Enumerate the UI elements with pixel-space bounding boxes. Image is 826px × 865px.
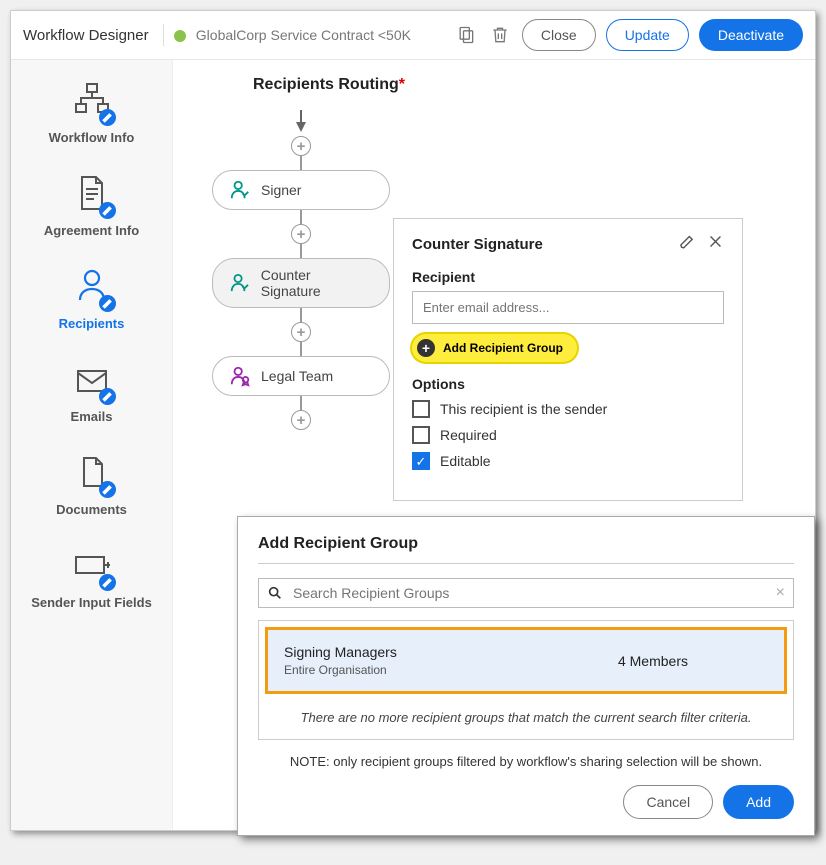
- plus-circle-icon: +: [417, 339, 435, 357]
- edit-badge-icon: [99, 109, 116, 126]
- option-label: Required: [440, 427, 497, 443]
- checkbox-icon[interactable]: [412, 426, 430, 444]
- step-label: Counter Signature: [261, 267, 373, 299]
- add-step-node[interactable]: +: [291, 224, 311, 244]
- close-button[interactable]: Close: [522, 19, 596, 51]
- step-legal-team[interactable]: Legal Team: [212, 356, 390, 396]
- sidebar-item-label: Workflow Info: [11, 130, 172, 145]
- edit-badge-icon: [99, 202, 116, 219]
- routing-flow: + Signer + Counter Signature +: [211, 100, 391, 430]
- sidebar-item-label: Recipients: [11, 316, 172, 331]
- option-editable[interactable]: Editable: [412, 452, 724, 470]
- status-dot-icon: [174, 30, 186, 42]
- sidebar-item-label: Agreement Info: [11, 223, 172, 238]
- deactivate-button[interactable]: Deactivate: [699, 19, 803, 51]
- sidebar-item-workflow-info[interactable]: Workflow Info: [11, 80, 172, 145]
- group-scope: Entire Organisation: [284, 663, 618, 677]
- edit-badge-icon: [99, 574, 116, 591]
- divider: [163, 24, 164, 46]
- edit-badge-icon: [99, 481, 116, 498]
- edit-badge-icon: [99, 388, 116, 405]
- modal-title: Add Recipient Group: [258, 535, 794, 553]
- search-row: ×: [258, 578, 794, 608]
- option-sender[interactable]: This recipient is the sender: [412, 400, 724, 418]
- certifier-icon: [229, 365, 251, 387]
- edit-icon[interactable]: [678, 233, 695, 255]
- option-label: Editable: [440, 453, 491, 469]
- copy-icon[interactable]: [454, 23, 478, 47]
- step-label: Signer: [261, 182, 301, 198]
- clear-search-icon[interactable]: ×: [776, 584, 785, 602]
- modal-cancel-button[interactable]: Cancel: [623, 785, 713, 819]
- doc-name: GlobalCorp Service Contract <50K: [196, 27, 411, 43]
- modal-note: NOTE: only recipient groups filtered by …: [258, 754, 794, 769]
- add-recipient-group-modal: Add Recipient Group × Signing Managers E…: [237, 516, 815, 836]
- results-box: Signing Managers Entire Organisation 4 M…: [258, 620, 794, 740]
- modal-add-button[interactable]: Add: [723, 785, 794, 819]
- recipient-heading: Recipient: [412, 269, 724, 285]
- option-label: This recipient is the sender: [440, 401, 607, 417]
- routing-title: Recipients Routing*: [253, 76, 795, 94]
- add-step-node[interactable]: +: [291, 136, 311, 156]
- add-group-label: Add Recipient Group: [443, 341, 563, 355]
- sidebar-item-emails[interactable]: Emails: [11, 359, 172, 424]
- edit-badge-icon: [99, 295, 116, 312]
- checkbox-icon[interactable]: [412, 400, 430, 418]
- option-required[interactable]: Required: [412, 426, 724, 444]
- trash-icon[interactable]: [488, 23, 512, 47]
- recipient-email-input[interactable]: [412, 291, 724, 324]
- app-title: Workflow Designer: [23, 27, 149, 44]
- add-step-node[interactable]: +: [291, 410, 311, 430]
- group-name: Signing Managers: [284, 644, 618, 660]
- sidebar-item-documents[interactable]: Documents: [11, 452, 172, 517]
- sidebar-item-label: Emails: [11, 409, 172, 424]
- signer-icon: [229, 179, 251, 201]
- sidebar-item-agreement-info[interactable]: Agreement Info: [11, 173, 172, 238]
- step-label: Legal Team: [261, 368, 333, 384]
- search-input[interactable]: [291, 584, 768, 602]
- close-icon[interactable]: [707, 233, 724, 255]
- sidebar-item-recipients[interactable]: Recipients: [11, 266, 172, 331]
- sidebar-item-label: Documents: [11, 502, 172, 517]
- search-icon: [267, 585, 283, 601]
- signer-icon: [229, 272, 251, 294]
- step-signer[interactable]: Signer: [212, 170, 390, 210]
- group-members: 4 Members: [618, 653, 768, 669]
- checkbox-icon[interactable]: [412, 452, 430, 470]
- options-heading: Options: [412, 376, 724, 392]
- detail-title: Counter Signature: [412, 236, 666, 253]
- top-bar: Workflow Designer GlobalCorp Service Con…: [11, 11, 815, 60]
- arrow-down-icon: [296, 122, 306, 132]
- recipient-detail-panel: Counter Signature Recipient + Add Recipi…: [393, 218, 743, 501]
- update-button[interactable]: Update: [606, 19, 689, 51]
- recipient-group-result[interactable]: Signing Managers Entire Organisation 4 M…: [265, 627, 787, 694]
- no-more-results: There are no more recipient groups that …: [259, 700, 793, 729]
- sidebar-item-sender-input-fields[interactable]: Sender Input Fields: [11, 545, 172, 610]
- add-step-node[interactable]: +: [291, 322, 311, 342]
- add-recipient-group-button[interactable]: + Add Recipient Group: [412, 334, 577, 362]
- sidebar-item-label: Sender Input Fields: [11, 595, 172, 610]
- sidebar: Workflow Info Agreement Info Recipients: [11, 60, 173, 830]
- step-counter-signature[interactable]: Counter Signature: [212, 258, 390, 308]
- doc-status: GlobalCorp Service Contract <50K: [174, 27, 411, 44]
